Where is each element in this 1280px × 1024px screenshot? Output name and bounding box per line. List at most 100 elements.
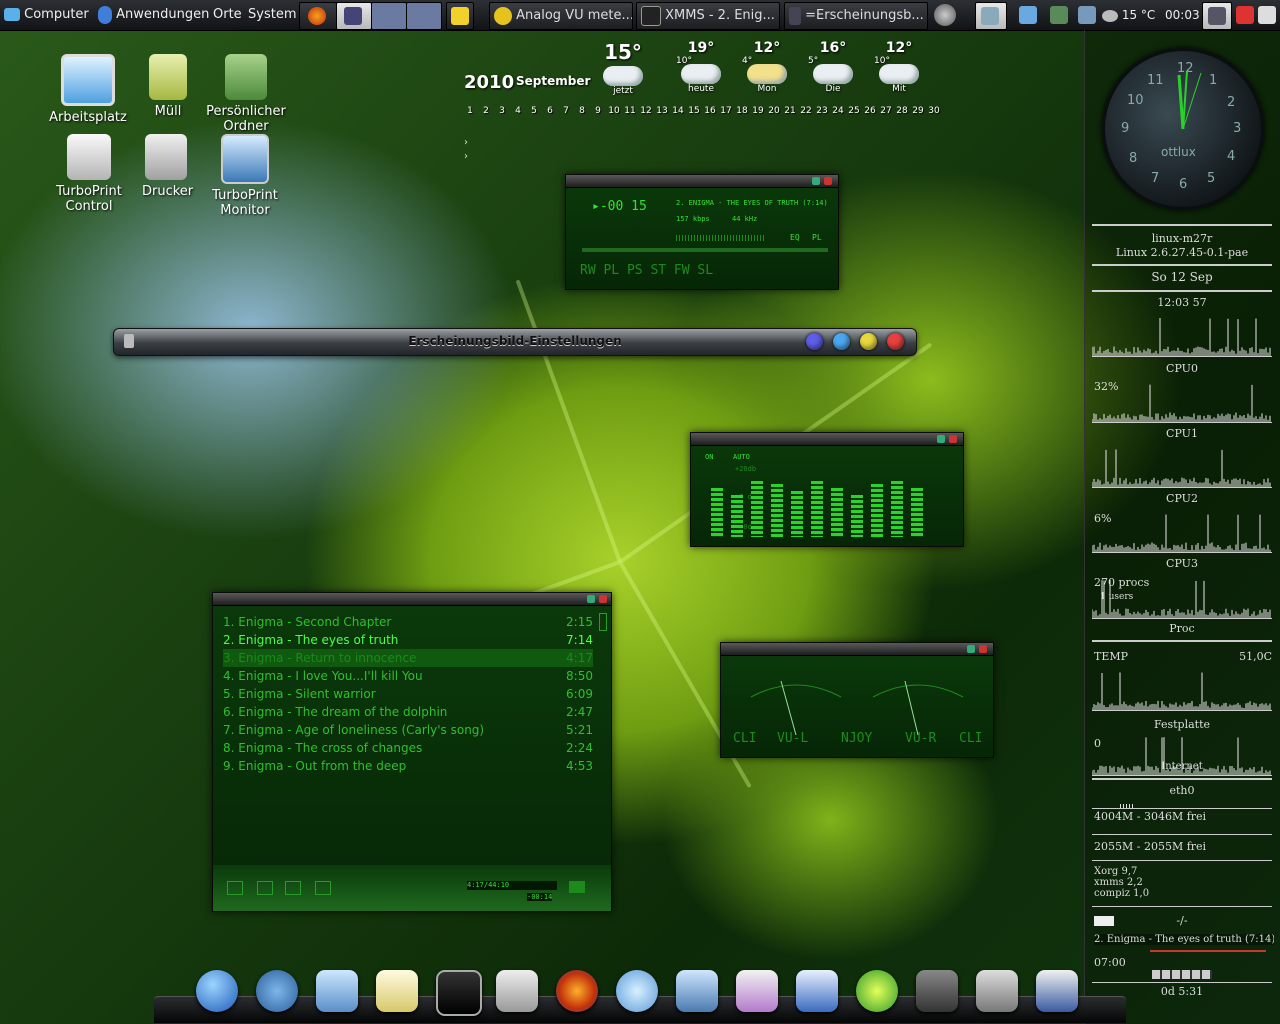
calendar-day[interactable]: 17 [718,106,734,116]
eq-on-button[interactable]: ON [705,453,713,461]
remove-button[interactable] [257,881,273,895]
playlist-row[interactable]: 5. Enigma - Silent warrior 6:09 [223,685,593,703]
workspace-1[interactable] [336,2,372,30]
desktop-icon-turboprint-control[interactable]: TurboPrint Control [36,134,142,214]
eq-band-slider[interactable] [851,495,863,537]
firefox-launcher[interactable] [299,2,337,30]
screen-applet[interactable] [1078,0,1096,30]
network-icon[interactable] [676,970,718,1012]
eq-band-slider[interactable] [911,488,923,537]
cd-burner-icon[interactable] [976,970,1018,1012]
mail-stamp-icon[interactable] [316,970,358,1012]
calendar-day[interactable]: 5 [526,106,542,116]
calendar-day[interactable]: 16 [702,106,718,116]
seek-bar[interactable] [582,248,828,252]
minimize-icon[interactable] [812,177,820,185]
calendar-day[interactable]: 20 [766,106,782,116]
calendar-day[interactable]: 8 [574,106,590,116]
minimize-icon[interactable] [937,435,945,443]
calendar-day[interactable]: 27 [878,106,894,116]
terminal-icon[interactable] [436,970,482,1016]
minimize-button[interactable] [833,333,850,350]
eq-band-slider[interactable] [831,488,843,537]
text-editor-icon[interactable] [376,970,418,1012]
mascot-icon[interactable] [856,970,898,1012]
xmms-titlebar[interactable] [566,175,838,188]
printer-applet[interactable] [975,2,1007,30]
playlist-row[interactable]: 6. Enigma - The dream of the dolphin 2:47 [223,703,593,721]
equalizer-titlebar[interactable] [691,433,963,446]
calendar-day[interactable]: 26 [862,106,878,116]
task-analog-vu[interactable]: Analog VU mete... [489,2,633,30]
playlist-row[interactable]: 4. Enigma - I love You...I'll kill You 8:… [223,667,593,685]
desktop-icon-printer[interactable]: Drucker [142,134,193,199]
home-icon[interactable] [256,970,298,1012]
music-player-icon[interactable] [616,970,658,1012]
calendar-day[interactable]: 4 [510,106,526,116]
show-desktop-button[interactable] [1202,2,1232,30]
maximize-button[interactable] [860,333,877,350]
select-button[interactable] [285,881,301,895]
calendar-arrows[interactable]: › › [464,136,468,164]
calendar-day[interactable]: 3 [494,106,510,116]
eq-band-slider[interactable] [731,495,743,537]
close-icon[interactable] [599,595,607,603]
applications-menu[interactable]: Anwendungen [98,0,209,30]
gimp-icon[interactable] [916,970,958,1012]
presentation-icon[interactable] [736,970,778,1012]
xmms-controls[interactable]: RW PL PS ST FW SL [580,263,713,278]
eq-band-slider[interactable] [771,484,783,537]
playlist-row[interactable]: 9. Enigma - Out from the deep 4:53 [223,757,593,775]
panel-clock[interactable]: 00:03 [1165,0,1200,30]
calendar-day[interactable]: 14 [670,106,686,116]
eq-band-slider[interactable] [891,481,903,537]
calendar-day[interactable]: 24 [830,106,846,116]
eq-band-slider[interactable] [871,484,883,537]
playlist-row[interactable]: 7. Enigma - Age of loneliness (Carly's s… [223,721,593,739]
calendar-day[interactable]: 21 [782,106,798,116]
calendar-day[interactable]: 18 [734,106,750,116]
logout-button[interactable] [1236,0,1254,30]
minimize-icon[interactable] [587,595,595,603]
monitor-applet[interactable] [1050,0,1068,30]
notes-launcher[interactable] [446,2,474,30]
system-menu[interactable]: System [248,0,296,30]
misc-button[interactable] [315,881,331,895]
weather-applet[interactable]: 15 °C [1102,0,1155,30]
appearance-window-titlebar[interactable]: Erscheinungsbild-Einstellungen [113,328,917,356]
close-icon[interactable] [824,177,832,185]
shade-button[interactable] [806,333,823,350]
volume-control[interactable] [934,0,956,30]
calendar-day[interactable]: 29 [910,106,926,116]
calendar-day[interactable]: 7 [558,106,574,116]
writer-icon[interactable] [796,970,838,1012]
xmms-equalizer-window[interactable]: ON AUTO +20db +0 db -20db [690,432,964,547]
calendar-day[interactable]: 12 [638,106,654,116]
calendar-day[interactable]: 1 [462,106,478,116]
calendar-day[interactable]: 6 [542,106,558,116]
playlist-row[interactable]: 3. Enigma - Return to innocence 4:17 [223,649,593,667]
desktop-icon-turboprint-monitor[interactable]: TurboPrint Monitor [190,134,300,218]
calendar-day[interactable]: 15 [686,106,702,116]
calendar-day[interactable]: 9 [590,106,606,116]
list-menu-button[interactable] [569,881,585,893]
playlist-row[interactable]: 1. Enigma - Second Chapter 2:15 [223,613,593,631]
close-icon[interactable] [949,435,957,443]
computer-menu[interactable]: Computer [4,0,89,30]
display-applet[interactable] [1019,0,1037,30]
playlist-titlebar[interactable] [213,593,611,606]
desktop-icon-workplace[interactable]: Arbeitsplatz [48,54,128,125]
eq-band-slider[interactable] [791,491,803,537]
desktop-icon-home[interactable]: Persönlicher Ordner [184,54,308,134]
task-appearance[interactable]: =Erscheinungsb... [784,2,928,30]
firefox-icon[interactable] [556,970,598,1012]
eq-band-slider[interactable] [711,488,723,537]
calendar-day[interactable]: 22 [798,106,814,116]
eq-band-slider[interactable] [751,481,763,537]
xmms-main-window[interactable]: ▸-00 15 2. ENIGMA - THE EYES OF TRUTH (7… [565,174,839,290]
playlist-row[interactable]: 8. Enigma - The cross of changes 2:24 [223,739,593,757]
calendar-day[interactable]: 13 [654,106,670,116]
archive-icon[interactable] [1036,970,1078,1012]
calendar-day[interactable]: 28 [894,106,910,116]
eq-auto-button[interactable]: AUTO [733,453,750,461]
